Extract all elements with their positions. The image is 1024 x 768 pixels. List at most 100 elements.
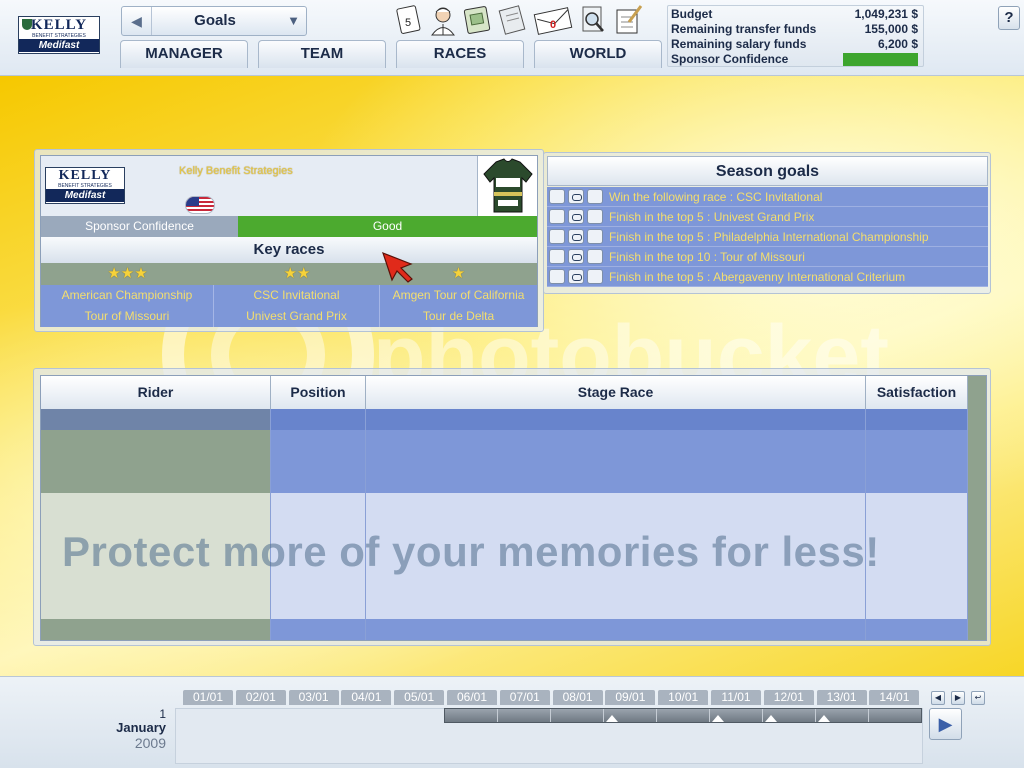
goal-row[interactable]: Finish in the top 5 : Univest Grand Prix [547, 207, 988, 227]
season-goals-panel: Season goals Win the following race : CS… [543, 152, 991, 294]
key-races-row: American Championship CSC Invitational A… [41, 285, 537, 306]
key-race-cell[interactable]: Amgen Tour of California [380, 285, 537, 306]
team-logo-header[interactable]: KELLY BENEFIT STRATEGIES Medifast [18, 16, 100, 54]
notepad-icon[interactable] [613, 4, 643, 36]
key-race-cell[interactable]: Tour de Delta [380, 306, 537, 327]
tab-world[interactable]: WORLD [534, 40, 662, 68]
table-row[interactable] [41, 619, 968, 640]
goal-checkbox[interactable] [587, 269, 603, 284]
goal-checkbox[interactable] [549, 209, 565, 224]
finance-book-icon[interactable] [462, 4, 492, 36]
triangle-down-icon[interactable]: ▼ [287, 7, 300, 35]
table-cell [866, 577, 968, 598]
goal-status-icon[interactable] [568, 249, 584, 264]
table-row[interactable] [41, 472, 968, 493]
goal-row[interactable]: Finish in the top 5 : Abergavenny Intern… [547, 267, 988, 287]
scroll-right-icon[interactable]: ▶ [951, 691, 965, 705]
calendar-day-tab[interactable]: 04/01 [341, 690, 392, 705]
mail-icon[interactable]: 0 [533, 4, 575, 36]
goal-checkbox[interactable] [587, 209, 603, 224]
calendar-day-tab[interactable]: 05/01 [394, 690, 445, 705]
calendar-day-tab[interactable]: 11/01 [711, 690, 761, 705]
goal-checkbox[interactable] [587, 249, 603, 264]
usa-flag-icon [185, 196, 215, 214]
key-race-cell[interactable]: Univest Grand Prix [214, 306, 380, 327]
column-header-rider[interactable]: Rider [41, 376, 271, 409]
transfer-funds-value: 155,000 $ [864, 22, 918, 36]
watermark-slogan: Protect more of your memories for less! [62, 528, 880, 575]
salary-funds-row: Remaining salary funds 6,200 $ [671, 37, 918, 52]
table-cell [866, 535, 968, 556]
column-header-position[interactable]: Position [271, 376, 366, 409]
mouse-cursor-icon [382, 251, 413, 283]
race-segment [657, 709, 710, 722]
scroll-left-icon[interactable]: ◀ [931, 691, 945, 705]
table-row[interactable] [41, 451, 968, 472]
table-cell [366, 409, 866, 430]
calendar-day-tab[interactable]: 01/01 [183, 690, 233, 705]
goal-checkbox[interactable] [549, 189, 565, 204]
goal-checkbox[interactable] [549, 269, 565, 284]
column-header-stage-race[interactable]: Stage Race [366, 376, 866, 409]
tab-team[interactable]: TEAM [258, 40, 386, 68]
news-page-icon[interactable] [497, 4, 527, 36]
team-panel-inner: KELLY BENEFIT STRATEGIES Medifast Kelly … [40, 155, 538, 327]
table-row[interactable] [41, 598, 968, 619]
table-row[interactable] [41, 409, 968, 430]
budget-value: 1,049,231 $ [854, 7, 918, 21]
rider-portrait-icon[interactable] [428, 4, 458, 36]
mail-badge-count: 0 [550, 19, 556, 31]
sponsor-confidence-label: Sponsor Confidence [41, 216, 238, 237]
calendar-badge-icon[interactable]: 5 [394, 4, 424, 36]
key-races-row: Tour of Missouri Univest Grand Prix Tour… [41, 306, 537, 327]
column-header-satisfaction[interactable]: Satisfaction [866, 376, 968, 409]
return-today-icon[interactable]: ↩ [971, 691, 985, 705]
race-profile-strip[interactable] [444, 708, 922, 723]
goal-status-icon[interactable] [568, 269, 584, 284]
calendar-day-tab[interactable]: 12/01 [763, 690, 814, 705]
help-button[interactable]: ? [998, 6, 1020, 30]
calendar-day-tab[interactable]: 09/01 [605, 690, 656, 705]
current-month: January [116, 720, 166, 735]
table-cell [366, 577, 866, 598]
search-document-icon[interactable] [578, 4, 608, 36]
calendar-day-tab[interactable]: 02/01 [235, 690, 286, 705]
goal-checkbox[interactable] [549, 249, 565, 264]
table-cell [866, 409, 968, 430]
season-goals-title: Season goals [547, 156, 988, 186]
calendar-day-tab[interactable]: 13/01 [816, 690, 867, 705]
triangle-left-icon[interactable]: ◀ [122, 7, 152, 35]
table-cell [41, 598, 271, 619]
calendar-day-tab[interactable]: 06/01 [447, 690, 497, 705]
calendar-day-tab[interactable]: 07/01 [499, 690, 550, 705]
goal-row[interactable]: Finish in the top 10 : Tour of Missouri [547, 247, 988, 267]
key-race-cell[interactable]: American Championship [41, 285, 214, 306]
calendar-day-tab[interactable]: 08/01 [552, 690, 603, 705]
table-row[interactable] [41, 493, 968, 514]
key-race-cell[interactable]: Tour of Missouri [41, 306, 214, 327]
goal-checkbox[interactable] [587, 229, 603, 244]
table-cell [41, 493, 271, 514]
calendar-day-tab[interactable]: 14/01 [869, 690, 920, 705]
goal-status-icon[interactable] [568, 229, 584, 244]
goal-status-icon[interactable] [568, 189, 584, 204]
tab-manager[interactable]: MANAGER [120, 40, 248, 68]
key-race-cell[interactable]: CSC Invitational [214, 285, 380, 306]
salary-funds-value: 6,200 $ [877, 37, 918, 51]
goal-checkbox[interactable] [549, 229, 565, 244]
goal-row[interactable]: Finish in the top 5 : Philadelphia Inter… [547, 227, 988, 247]
calendar-day-tab[interactable]: 10/01 [658, 690, 709, 705]
table-cell [366, 598, 866, 619]
table-row[interactable] [41, 577, 968, 598]
page-selector[interactable]: ◀ Goals ▼ [121, 6, 307, 36]
calendar-day-tab[interactable]: 03/01 [288, 690, 339, 705]
next-day-button[interactable]: ▶ [929, 708, 962, 740]
tab-races[interactable]: RACES [396, 40, 524, 68]
sponsor-confidence-row: Sponsor Confidence Good [41, 216, 537, 237]
goal-checkbox[interactable] [587, 189, 603, 204]
goal-row[interactable]: Win the following race : CSC Invitationa… [547, 187, 988, 207]
table-scrollbar[interactable] [968, 376, 986, 640]
goal-status-icon[interactable] [568, 209, 584, 224]
table-row[interactable] [41, 430, 968, 451]
goal-text: Finish in the top 5 : Abergavenny Intern… [609, 270, 906, 284]
